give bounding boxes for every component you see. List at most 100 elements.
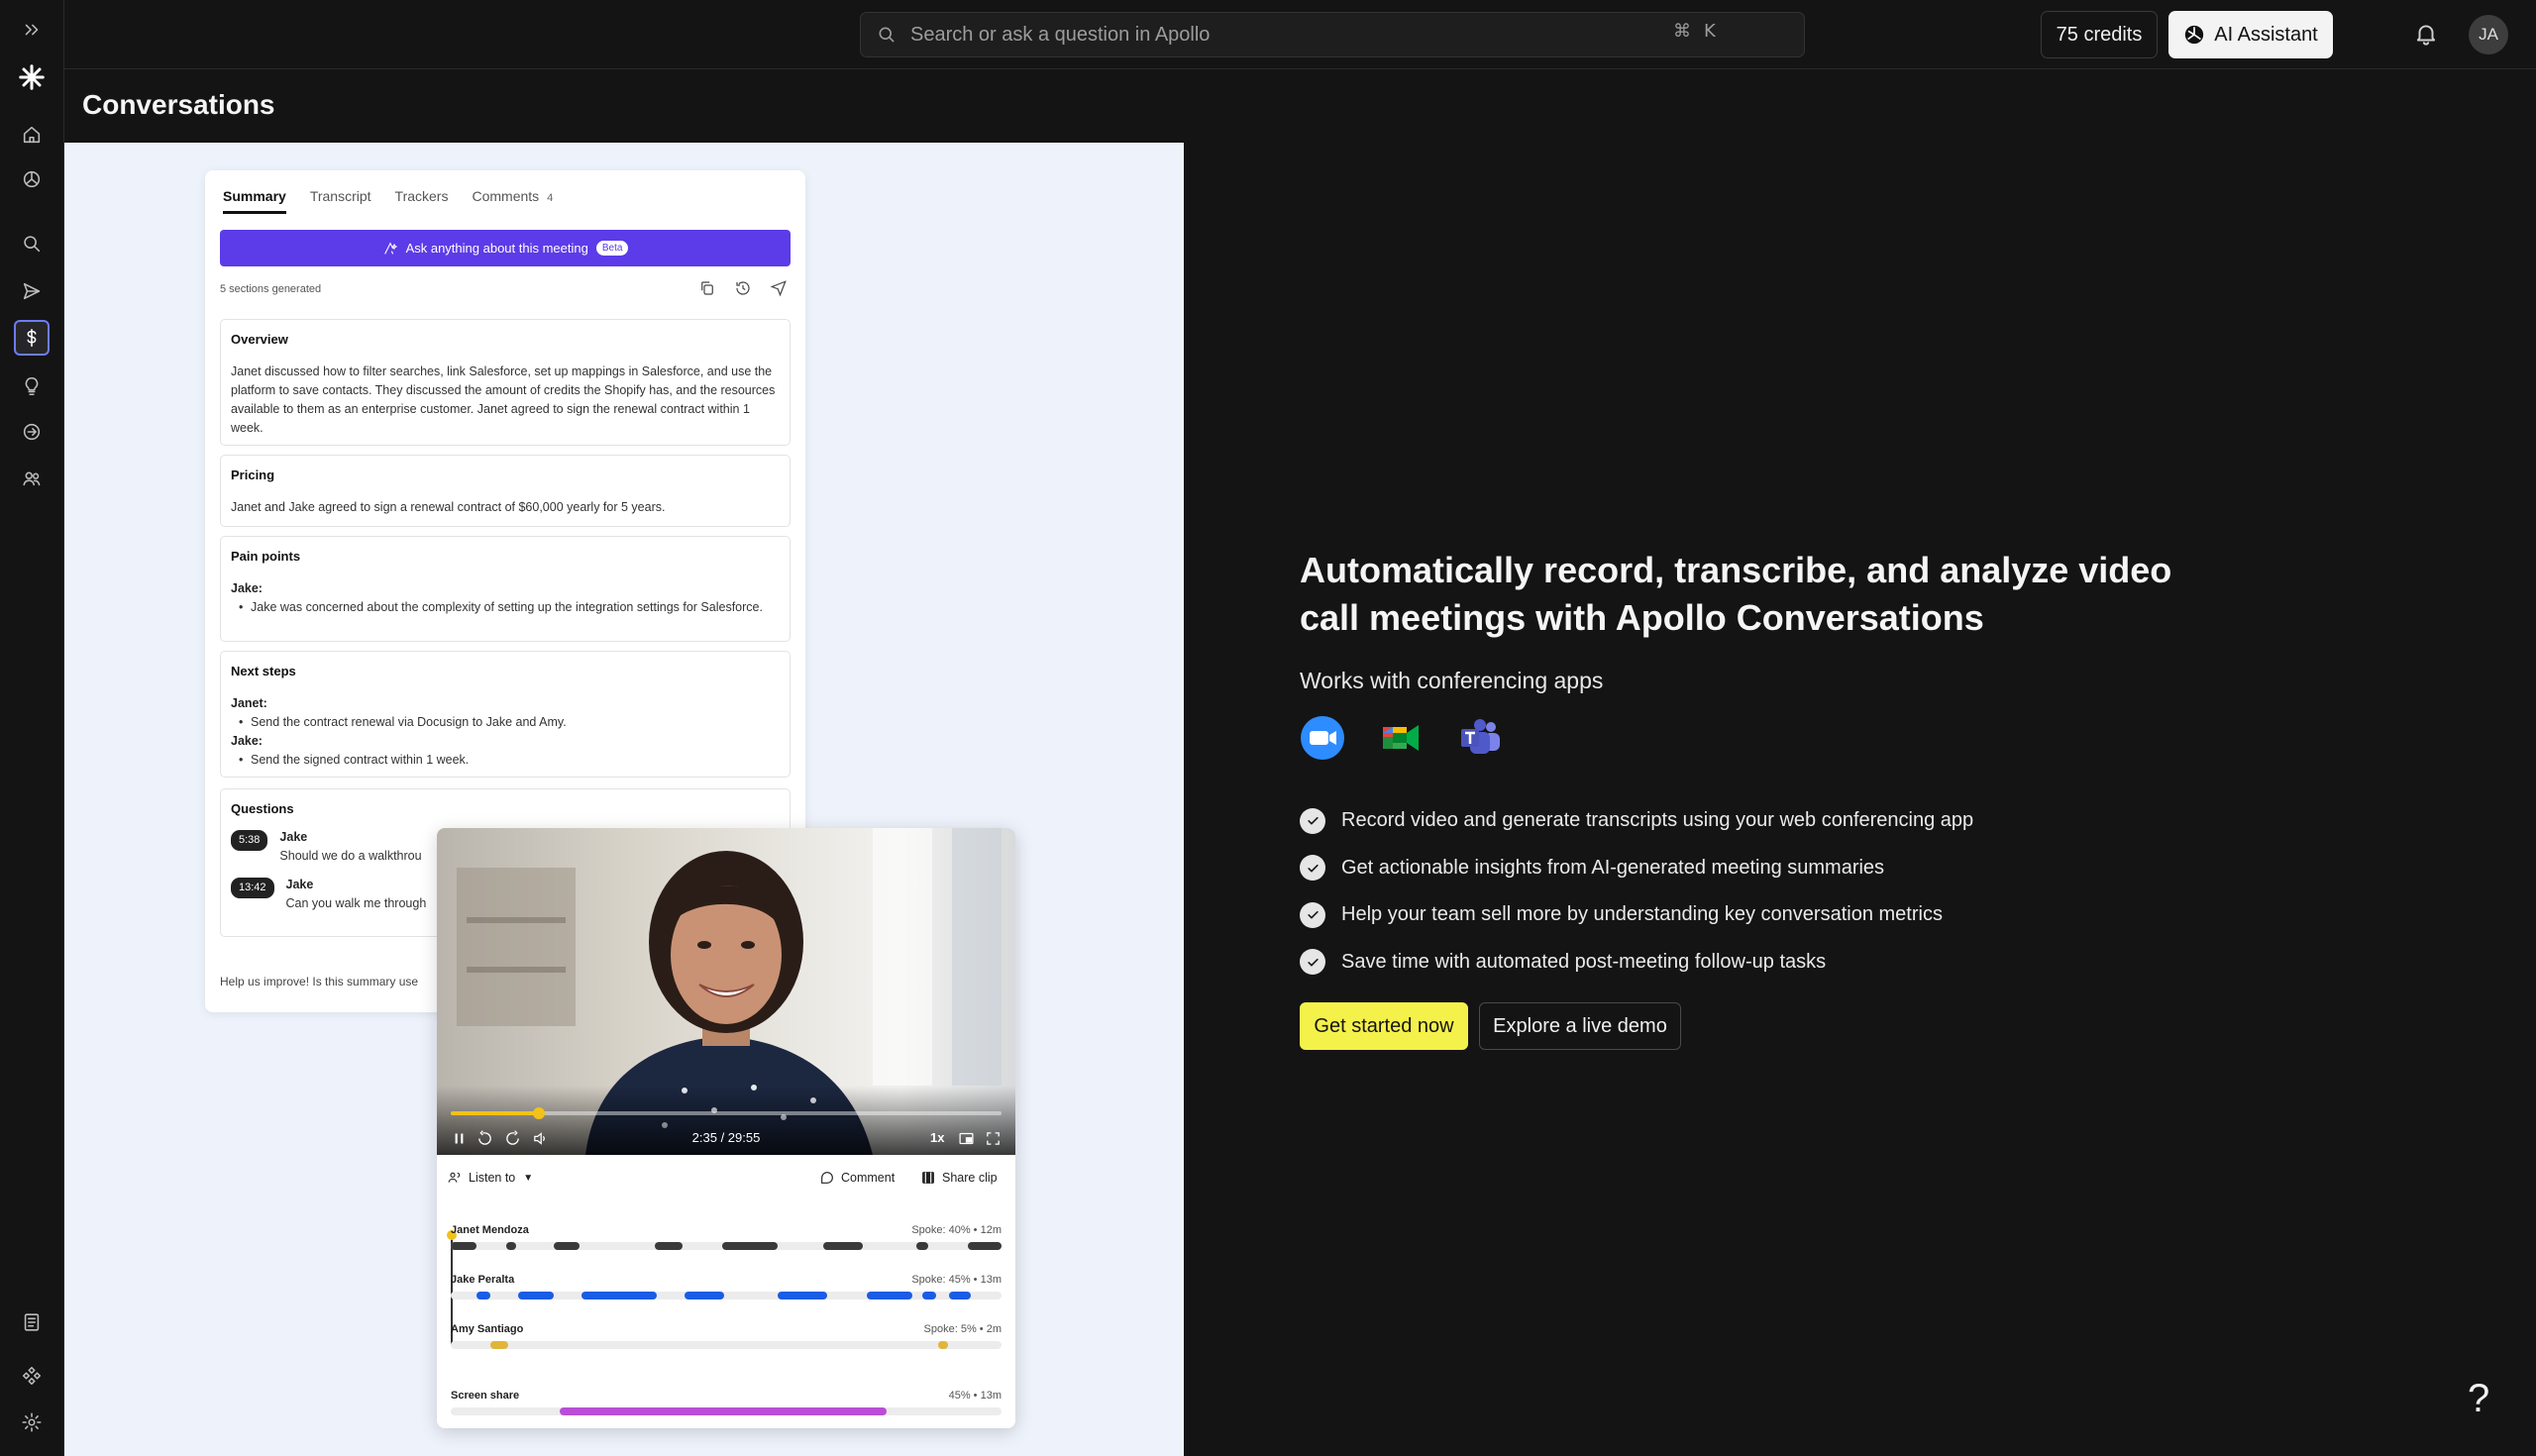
speaker-timeline[interactable] [451,1407,1002,1415]
zoom-icon [1301,716,1344,760]
video-frame-image [437,828,1015,1155]
check-icon [1300,949,1325,976]
next-steps-section: Next steps Janet: Send the contract rene… [220,651,791,778]
feature-text: Get actionable insights from AI-generate… [1341,856,1885,879]
speaker-name: Janet Mendoza [451,1224,529,1236]
sidebar [0,0,64,1456]
sidebar-item-engage[interactable] [14,273,50,309]
ai-assistant-label: AI Assistant [2214,23,2318,46]
regenerate-icon[interactable] [734,279,752,297]
tab-transcript[interactable]: Transcript [310,188,371,214]
sidebar-item-workflows[interactable] [14,1358,50,1394]
people-icon [448,1172,461,1183]
feature-item: Record video and generate transcripts us… [1300,797,1973,845]
pain-points-section: Pain points Jake: Jake was concerned abo… [220,536,791,642]
hero-headline: Automatically record, transcribe, and an… [1300,550,2172,638]
help-button[interactable]: ? [2468,1377,2489,1421]
next-step-item: Send the contract renewal via Docusign t… [239,713,780,732]
explore-demo-button[interactable]: Explore a live demo [1479,1002,1681,1050]
overview-section: Overview Janet discussed how to filter s… [220,319,791,446]
tab-trackers[interactable]: Trackers [395,188,449,214]
comment-button[interactable]: Comment [819,1170,895,1186]
copy-icon[interactable] [698,279,716,297]
feature-text: Help your team sell more by understandin… [1341,903,1943,926]
video-progress-bar[interactable] [451,1107,1002,1119]
feature-list: Record video and generate transcripts us… [1300,797,1973,986]
talk-segment [778,1292,827,1300]
sidebar-item-search[interactable] [14,226,50,261]
tab-summary[interactable]: Summary [223,188,286,214]
talk-segment [581,1292,657,1300]
talk-segment [554,1242,580,1250]
summary-tools [698,279,788,297]
timestamp-badge[interactable]: 5:38 [231,830,268,851]
sidebar-item-ai-icon[interactable] [14,161,50,197]
talk-segment [655,1242,683,1250]
summary-tabs: Summary Transcript Trackers Comments 4 [223,188,553,214]
send-icon[interactable] [770,279,788,297]
sidebar-item-people[interactable] [14,461,50,496]
user-avatar[interactable]: JA [2469,15,2508,54]
fullscreen-icon[interactable] [985,1128,1002,1148]
questions-title: Questions [231,801,294,816]
question-text: Can you walk me through [285,896,427,910]
talk-segment [867,1292,912,1300]
notifications-bell-icon[interactable] [2413,21,2441,49]
sidebar-item-enrich[interactable] [14,414,50,450]
sidebar-item-insights[interactable] [14,368,50,404]
sidebar-item-tasks[interactable] [14,1304,50,1340]
meeting-video-card: 2:35 / 29:55 1x Listen to ▼ Comment Shar… [437,828,1015,1428]
pricing-section: Pricing Janet and Jake agreed to sign a … [220,455,791,527]
listen-to-dropdown[interactable]: Listen to ▼ [447,1170,533,1186]
speaker-timeline[interactable] [451,1341,1002,1349]
video-progress-fill [451,1111,539,1115]
credits-button[interactable]: 75 credits [2041,11,2158,58]
expand-sidebar-icon[interactable] [14,12,50,48]
pricing-title: Pricing [231,468,275,482]
search-placeholder: Search or ask a question in Apollo [910,23,1211,46]
page-title: Conversations [82,89,275,120]
talk-segment [560,1407,887,1415]
beta-badge: Beta [595,241,629,256]
tab-comments-label: Comments [472,188,540,204]
feature-text: Save time with automated post-meeting fo… [1341,950,1827,973]
feature-item: Help your team sell more by understandin… [1300,891,1973,939]
feature-item: Get actionable insights from AI-generate… [1300,845,1973,892]
speaker-stats: Spoke: 40% • 12m [911,1224,1002,1236]
talk-segment [922,1292,936,1300]
share-clip-label: Share clip [942,1171,998,1185]
speaker-stats: Spoke: 5% • 2m [923,1323,1002,1335]
video-player[interactable]: 2:35 / 29:55 1x [437,828,1015,1155]
shortcut-cmd-key: ⌘ [1673,21,1691,42]
timestamp-badge[interactable]: 13:42 [231,878,274,898]
sidebar-item-deals[interactable] [14,320,50,356]
search-icon [879,27,895,43]
speaker-timeline[interactable] [451,1242,1002,1250]
google-meet-icon [1383,725,1419,751]
playback-speed-button[interactable]: 1x [930,1130,944,1145]
check-icon [1300,807,1325,834]
ask-meeting-button[interactable]: Ask anything about this meeting Beta [220,230,791,266]
tab-comments[interactable]: Comments 4 [472,188,553,214]
shortcut-k-key: K [1704,21,1716,42]
works-with-label: Works with conferencing apps [1300,668,1604,693]
global-search-input[interactable]: Search or ask a question in Apollo ⌘ K [860,12,1805,57]
speaker-name: Screen share [451,1390,520,1402]
video-progress-handle[interactable] [532,1107,545,1119]
product-preview-panel: Summary Transcript Trackers Comments 4 As… [64,143,1184,1456]
clip-icon [922,1172,934,1184]
picture-in-picture-icon[interactable] [958,1128,975,1148]
talk-segment [916,1242,928,1250]
sidebar-item-home[interactable] [14,117,50,153]
comments-count-badge: 4 [547,192,554,204]
ai-assistant-button[interactable]: AI Assistant [2168,11,2333,58]
chevron-down-icon: ▼ [523,1172,534,1184]
apollo-logo-icon[interactable] [14,59,50,95]
speaker-timeline[interactable] [451,1292,1002,1300]
talk-segment [476,1292,490,1300]
settings-gear-icon[interactable] [14,1404,50,1440]
share-clip-button[interactable]: Share clip [920,1170,998,1186]
microsoft-teams-icon [1461,719,1500,754]
overview-text: Janet discussed how to filter searches, … [231,364,776,435]
get-started-button[interactable]: Get started now [1300,1002,1468,1050]
